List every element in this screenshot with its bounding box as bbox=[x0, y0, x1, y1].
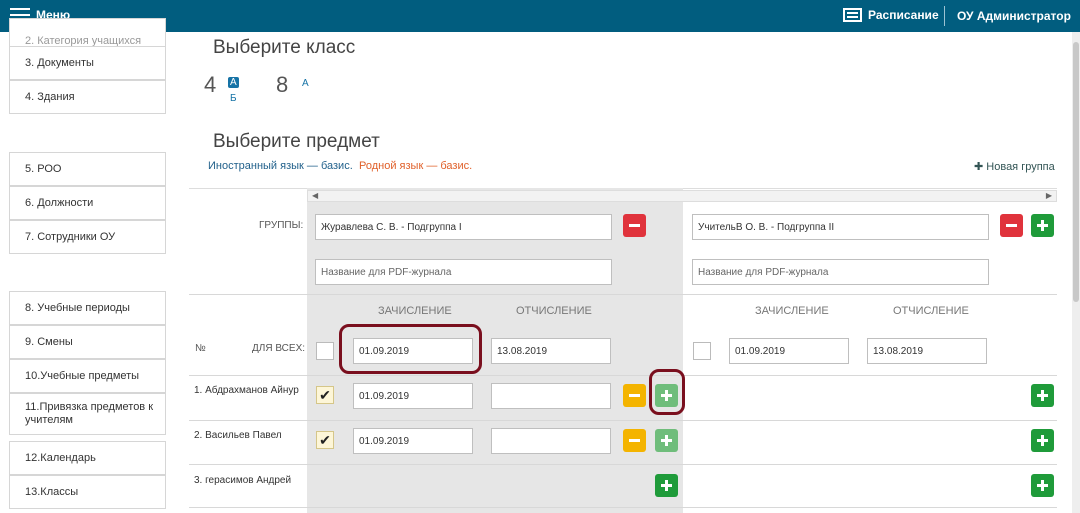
number-column-label: № bbox=[195, 343, 206, 354]
groups-label: ГРУППЫ: bbox=[259, 220, 304, 231]
group-2-name-field[interactable]: УчительВ О. В. - Подгруппа II bbox=[692, 214, 989, 240]
sidebar-item-roo[interactable]: 5. РОО bbox=[9, 152, 166, 186]
scroll-left-icon[interactable]: ◀ bbox=[312, 191, 318, 200]
student-name: 1. Абдрахманов Айнур bbox=[194, 385, 299, 396]
schedule-link[interactable]: Расписание bbox=[843, 8, 939, 22]
scrollbar-thumb[interactable] bbox=[1073, 42, 1079, 302]
row-divider bbox=[189, 420, 1057, 421]
group-2-pdf-field[interactable]: Название для PDF-журнала bbox=[692, 259, 989, 285]
subject-native-language[interactable]: Родной язык — базис. bbox=[359, 160, 472, 172]
student-3-add-button[interactable] bbox=[655, 474, 678, 497]
highlight-annotation bbox=[649, 369, 685, 415]
sidebar-item-shifts[interactable]: 9. Смены bbox=[9, 325, 166, 359]
student-1-expel-date[interactable] bbox=[491, 383, 611, 409]
group-1-expel-all-date[interactable]: 13.08.2019 bbox=[491, 338, 611, 364]
student-name: 2. Васильев Павел bbox=[194, 430, 282, 441]
student-1-checkbox[interactable]: ✔ bbox=[316, 386, 334, 404]
student-2-enroll-date[interactable]: 01.09.2019 bbox=[353, 428, 473, 454]
minus-icon bbox=[629, 394, 640, 397]
student-2-add-button[interactable] bbox=[655, 429, 678, 452]
scroll-right-icon[interactable]: ▶ bbox=[1046, 191, 1052, 200]
page-scrollbar[interactable] bbox=[1072, 32, 1080, 513]
row-divider bbox=[189, 375, 1057, 376]
expel-header-1: ОТЧИСЛЕНИЕ bbox=[516, 305, 592, 317]
subject-foreign-language[interactable]: Иностранный язык — базис. bbox=[208, 160, 353, 172]
sidebar-item-subjects[interactable]: 10.Учебные предметы bbox=[9, 359, 166, 393]
group-1-select-all-checkbox[interactable] bbox=[316, 342, 334, 360]
grade-8[interactable]: 8 bbox=[276, 72, 288, 98]
sidebar: 2. Категория учащихся 3. Документы 4. Зд… bbox=[0, 18, 186, 513]
sidebar-item-study-periods[interactable]: 8. Учебные периоды bbox=[9, 291, 166, 325]
highlight-annotation bbox=[339, 324, 482, 374]
plus-icon bbox=[1037, 480, 1048, 491]
group-1-pdf-field[interactable]: Название для PDF-журнала bbox=[315, 259, 612, 285]
sidebar-item-buildings[interactable]: 4. Здания bbox=[9, 80, 166, 114]
row-divider bbox=[189, 294, 1057, 295]
grade-8-letter-a[interactable]: А bbox=[302, 78, 309, 89]
minus-icon bbox=[629, 224, 640, 227]
remove-group-1-button[interactable] bbox=[623, 214, 646, 237]
student-2-add-group-2-button[interactable] bbox=[1031, 429, 1054, 452]
user-menu[interactable]: ОУ Администратор bbox=[957, 9, 1071, 23]
expel-header-2: ОТЧИСЛЕНИЕ bbox=[893, 305, 969, 317]
group-2-select-all-checkbox[interactable] bbox=[693, 342, 711, 360]
plus-icon bbox=[1037, 220, 1048, 231]
enroll-header-1: ЗАЧИСЛЕНИЕ bbox=[378, 305, 452, 317]
student-1-add-group-2-button[interactable] bbox=[1031, 384, 1054, 407]
plus-icon bbox=[1037, 435, 1048, 446]
group-1-name-field[interactable]: Журавлева С. В. - Подгруппа I bbox=[315, 214, 612, 240]
plus-icon: ✚ bbox=[974, 161, 984, 173]
topbar-divider bbox=[944, 6, 945, 26]
new-group-label: Новая группа bbox=[986, 161, 1055, 173]
grade-4[interactable]: 4 bbox=[204, 72, 216, 98]
sidebar-item-staff[interactable]: 7. Сотрудники ОУ bbox=[9, 220, 166, 254]
student-2-remove-button[interactable] bbox=[623, 429, 646, 452]
grade-4-letter-b[interactable]: Б bbox=[230, 93, 237, 104]
horizontal-scrollbar[interactable]: ◀ ▶ bbox=[307, 190, 1057, 202]
student-name: 3. герасимов Андрей bbox=[194, 475, 292, 486]
student-2-checkbox[interactable]: ✔ bbox=[316, 431, 334, 449]
sidebar-item-subject-binding[interactable]: 11.Привязка предметов к учителям bbox=[9, 393, 166, 435]
remove-group-2-button[interactable] bbox=[1000, 214, 1023, 237]
for-all-label: ДЛЯ ВСЕХ: bbox=[252, 343, 306, 354]
row-divider bbox=[189, 507, 1057, 508]
enroll-header-2: ЗАЧИСЛЕНИЕ bbox=[755, 305, 829, 317]
sidebar-item-documents[interactable]: 3. Документы bbox=[9, 46, 166, 80]
subject-select-title: Выберите предмет bbox=[213, 131, 380, 152]
row-divider bbox=[189, 464, 1057, 465]
group-2-enroll-all-date[interactable]: 01.09.2019 bbox=[729, 338, 849, 364]
student-1-enroll-date[interactable]: 01.09.2019 bbox=[353, 383, 473, 409]
class-select-title: Выберите класс bbox=[213, 37, 356, 58]
plus-icon bbox=[661, 435, 672, 446]
grade-4-letter-a[interactable]: А bbox=[228, 77, 239, 88]
plus-icon bbox=[1037, 390, 1048, 401]
minus-icon bbox=[1006, 224, 1017, 227]
sidebar-item-positions[interactable]: 6. Должности bbox=[9, 186, 166, 220]
student-3-add-group-2-button[interactable] bbox=[1031, 474, 1054, 497]
schedule-icon bbox=[843, 8, 862, 22]
student-2-expel-date[interactable] bbox=[491, 428, 611, 454]
new-group-link[interactable]: ✚ Новая группа bbox=[974, 160, 1055, 173]
add-group-button[interactable] bbox=[1031, 214, 1054, 237]
student-1-remove-button[interactable] bbox=[623, 384, 646, 407]
sidebar-item-calendar[interactable]: 12.Календарь bbox=[9, 441, 166, 475]
group-2-expel-all-date[interactable]: 13.08.2019 bbox=[867, 338, 987, 364]
minus-icon bbox=[629, 439, 640, 442]
plus-icon bbox=[661, 480, 672, 491]
schedule-label: Расписание bbox=[868, 8, 939, 22]
sidebar-item-classes[interactable]: 13.Классы bbox=[9, 475, 166, 509]
